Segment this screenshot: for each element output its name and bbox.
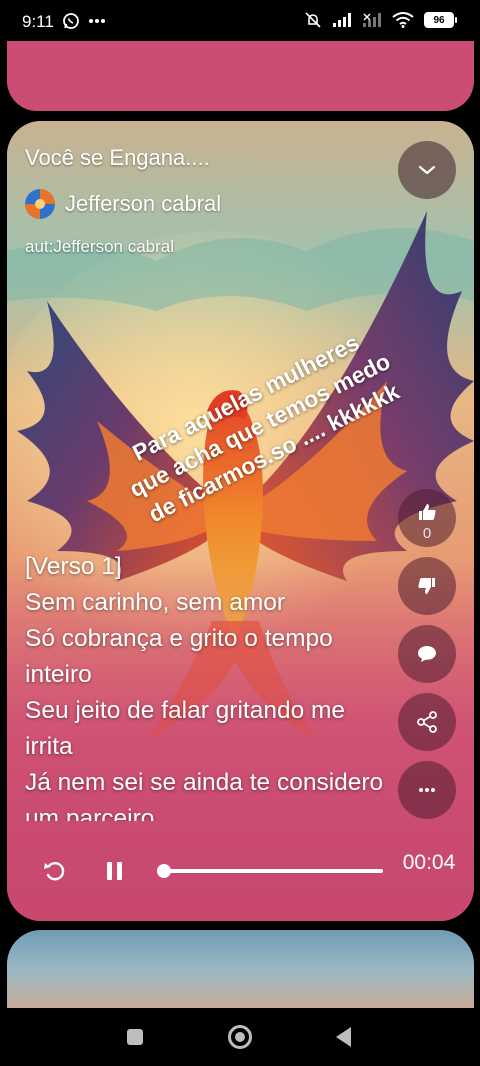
replay-icon[interactable] xyxy=(41,857,69,885)
mute-icon xyxy=(305,12,321,28)
battery-icon: 96 xyxy=(424,12,457,28)
audio-player: 00:04 xyxy=(7,843,474,903)
status-left-icons xyxy=(62,12,106,30)
comment-button[interactable] xyxy=(398,625,456,683)
side-actions: 0 xyxy=(398,489,456,819)
progress-track[interactable] xyxy=(163,869,383,873)
lyrics-line: [Verso 1] xyxy=(25,553,122,580)
author-row[interactable]: Jefferson cabral xyxy=(25,189,221,219)
lyrics-line: Sem carinho, sem amor xyxy=(25,589,286,616)
lyrics-text: [Verso 1] Sem carinho, sem amor Só cobra… xyxy=(25,549,385,821)
back-button[interactable] xyxy=(336,1027,351,1047)
recent-apps-button[interactable] xyxy=(127,1029,143,1045)
wifi-icon xyxy=(392,12,414,28)
dislike-button[interactable] xyxy=(398,557,456,615)
whatsapp-icon xyxy=(63,13,79,29)
comment-icon xyxy=(418,646,436,662)
lyrics-line: Seu jeito de falar gritando me irrita xyxy=(25,697,352,760)
post-title: Você se Engana.... xyxy=(25,145,210,170)
previous-post-card[interactable] xyxy=(7,41,474,111)
post-card: Você se Engana.... Jefferson cabral aut:… xyxy=(7,121,474,921)
home-button[interactable] xyxy=(228,1025,252,1049)
progress-knob[interactable] xyxy=(157,864,171,878)
like-count: 0 xyxy=(422,525,432,542)
more-dots-icon xyxy=(89,19,105,23)
author-credit: aut:Jefferson cabral xyxy=(25,237,174,256)
next-post-card[interactable] xyxy=(7,930,474,1020)
signal-icon xyxy=(333,13,351,27)
share-icon xyxy=(417,711,437,733)
status-bar: 9:11 96 xyxy=(0,0,480,44)
collapse-button[interactable] xyxy=(398,141,456,199)
lyrics-line: Só cobrança e grito o tempo inteiro xyxy=(25,625,340,688)
pause-icon[interactable] xyxy=(103,859,127,883)
avatar-image xyxy=(25,189,55,219)
system-nav-bar xyxy=(0,1008,480,1066)
author-name[interactable]: Jefferson cabral xyxy=(65,191,221,217)
lyrics-line: Já nem sei se ainda te considero um parc… xyxy=(25,769,384,821)
share-button[interactable] xyxy=(398,693,456,751)
signal-icon-2 xyxy=(363,13,381,27)
like-button[interactable]: 0 xyxy=(398,489,456,547)
thumbs-up-icon xyxy=(419,504,436,520)
more-dots-icon xyxy=(419,788,435,792)
more-options-button[interactable] xyxy=(398,761,456,819)
status-time: 9:11 xyxy=(22,12,54,31)
battery-level: 96 xyxy=(433,14,445,26)
chevron-down-icon xyxy=(418,165,436,175)
thumbs-down-icon xyxy=(418,578,435,594)
avatar[interactable] xyxy=(25,189,55,219)
playback-time: 00:04 xyxy=(402,851,456,874)
status-right-icons: 96 xyxy=(304,11,457,29)
